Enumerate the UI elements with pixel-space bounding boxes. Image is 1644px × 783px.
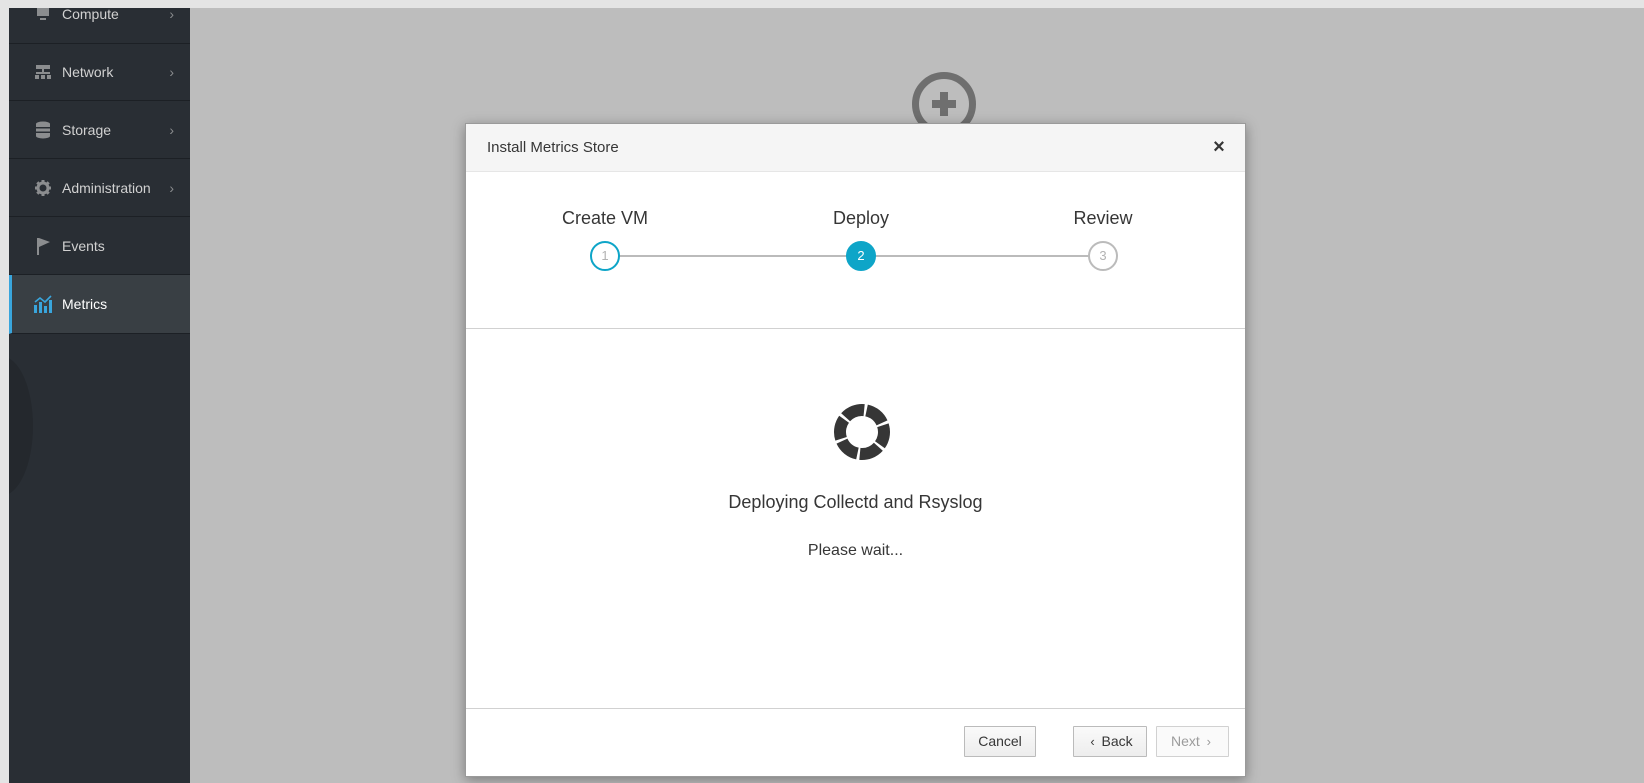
sidebar-item-label: Network [62,63,114,80]
sidebar-item-label: Metrics [62,296,108,312]
chevron-left-icon: ‹ [1090,734,1095,749]
cancel-button-label: Cancel [978,733,1022,749]
status-subtext: Please wait... [807,542,904,559]
wizard-steps: Create VM 1 Deploy 2 Review 3 [466,172,1245,329]
metrics-icon [33,294,53,314]
sidebar-item-storage[interactable]: Storage › [9,101,190,159]
close-icon[interactable]: × [1207,135,1231,159]
install-metrics-store-dialog: Install Metrics Store × Create VM 1 Depl… [465,123,1246,777]
sidebar-item-label: Storage [62,121,112,138]
gear-icon [33,178,53,198]
step-label: Create VM [561,208,649,228]
back-button[interactable]: ‹ Back [1073,726,1147,757]
chevron-right-icon: › [169,179,174,196]
sidebar-item-network[interactable]: Network › [9,43,190,101]
chevron-right-icon: › [169,63,174,80]
loading-spinner-icon [834,404,890,460]
sidebar-item-metrics[interactable]: Metrics [9,275,190,334]
step-label: Deploy [832,208,890,228]
step-connector [870,255,1098,257]
sidebar-item-label: Compute [62,8,119,22]
sidebar-item-compute[interactable]: Compute › [9,8,190,44]
next-button[interactable]: Next › [1156,726,1229,757]
sidebar-item-label: Administration [62,179,151,196]
chevron-right-icon: › [169,8,174,22]
step-label: Review [1073,208,1133,228]
step-number: 3 [1088,241,1118,271]
step-number: 1 [590,241,620,271]
step-number: 2 [846,241,876,271]
next-button-label: Next [1170,733,1200,749]
top-strip [0,0,1644,8]
left-edge [0,8,9,783]
sidebar: Compute › Network › Storage › Administra… [9,8,190,783]
sidebar-item-administration[interactable]: Administration › [9,159,190,217]
flag-icon [33,236,53,256]
back-button-label: Back [1101,733,1133,749]
cancel-button[interactable]: Cancel [964,726,1036,757]
chevron-right-icon: › [1206,734,1212,749]
step-connector [614,255,856,257]
storage-icon [33,120,53,140]
dialog-footer: Cancel ‹ Back Next › [466,708,1245,776]
status-heading: Deploying Collectd and Rsyslog [728,492,983,512]
chevron-right-icon: › [169,121,174,138]
sidebar-overlay-shape [9,356,33,496]
dialog-title: Install Metrics Store [487,139,619,156]
sidebar-item-label: Events [62,237,105,254]
compute-icon [33,8,53,24]
sidebar-item-events[interactable]: Events [9,217,190,275]
network-icon [33,62,53,82]
dialog-header: Install Metrics Store × [466,124,1245,172]
